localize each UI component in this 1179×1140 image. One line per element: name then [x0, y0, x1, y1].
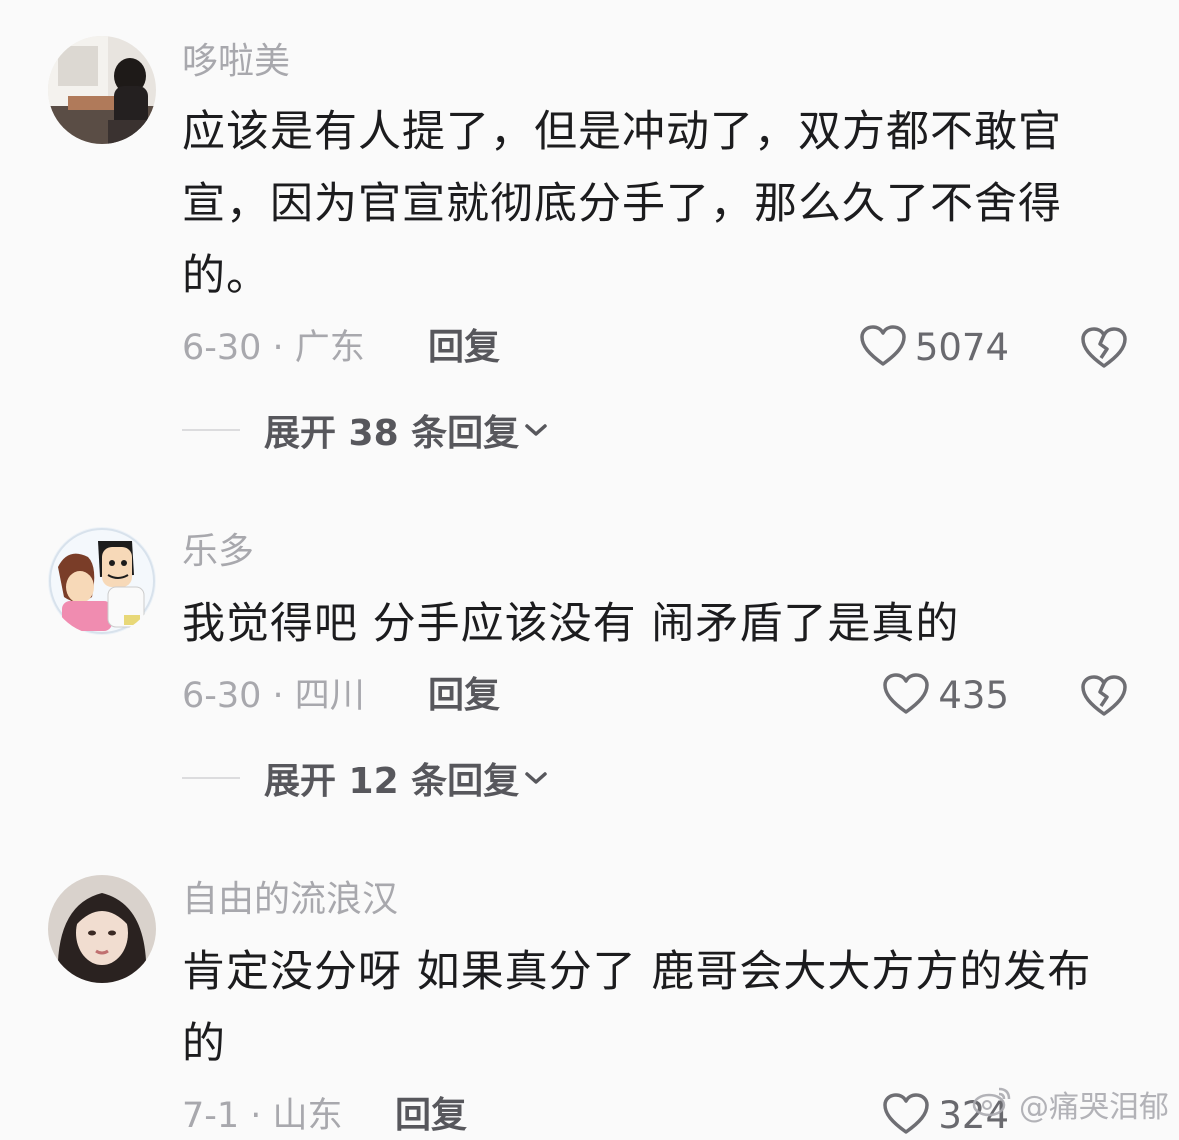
comment-text: 肯定没分呀 如果真分了 鹿哥会大大方方的发布的 — [182, 947, 1092, 1069]
avatar-portrait — [48, 875, 156, 983]
weibo-icon — [971, 1083, 1013, 1125]
watermark: @痛哭泪郁 — [971, 1082, 1169, 1126]
watermark-text: @痛哭泪郁 — [1019, 1090, 1169, 1125]
reply-button[interactable]: 回复 — [395, 1094, 467, 1138]
avatar[interactable] — [48, 875, 156, 983]
comment-date-location: 7-1 · 山东 — [182, 1096, 343, 1136]
comment-username[interactable]: 自由的流浪汉 — [182, 878, 398, 922]
heart-outline-icon — [882, 1092, 930, 1140]
comment-item: 自由的流浪汉 肯定没分呀 如果真分了 鹿哥会大大方方的发布的 7-1 · 山东 … — [0, 0, 1179, 1137]
